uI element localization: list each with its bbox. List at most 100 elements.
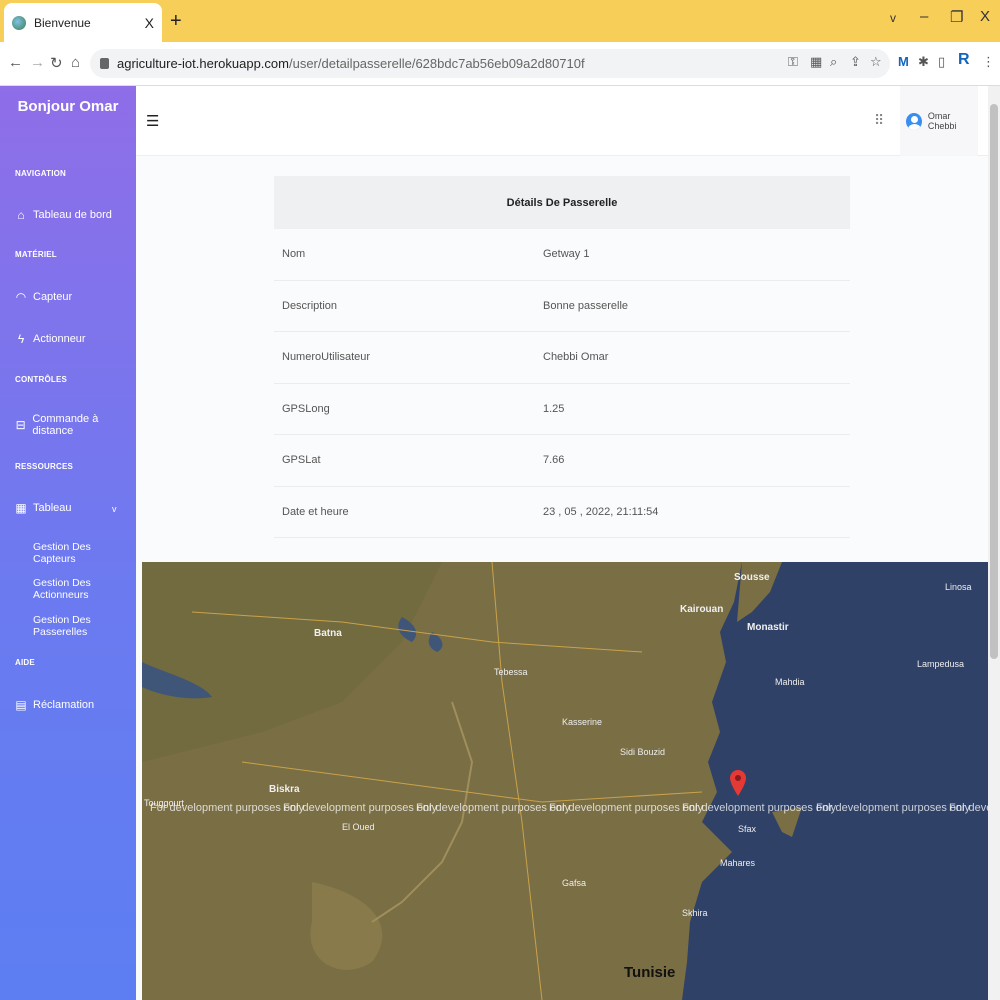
home-icon: ⌂ [17, 208, 25, 222]
table-row: Description Bonne passerelle [274, 281, 850, 332]
sidebar: Bonjour Omar NAVIGATION ⌂ Tableau de bor… [0, 86, 136, 1000]
forward-arrow-icon[interactable]: → [30, 54, 45, 71]
user-menu[interactable]: Omar Chebbi [900, 86, 978, 156]
page-scrollbar[interactable] [988, 86, 1000, 1000]
map-label: Sfax [738, 824, 757, 834]
map-land-shapes [142, 562, 802, 1000]
lock-icon [100, 58, 109, 69]
map-label: Linosa [945, 582, 972, 592]
hamburger-menu-icon[interactable]: ☰ [146, 112, 159, 130]
gauge-icon: ◠ [15, 290, 27, 304]
restore-button[interactable]: ❐ [950, 8, 963, 26]
share-icon[interactable]: ⇪ [850, 54, 861, 70]
sidebar-item-dashboard[interactable]: ⌂ Tableau de bord [15, 208, 112, 222]
row-value: 23 , 05 , 2022, 21:11:54 [543, 505, 659, 518]
map-label: Kairouan [680, 604, 724, 615]
section-navigation: NAVIGATION [15, 169, 67, 178]
tab-search-button[interactable]: v [890, 11, 896, 25]
map-watermark: For development purposes only [816, 802, 971, 814]
map-label: Monastir [747, 622, 789, 633]
table-row: GPSLat 7.66 [274, 435, 850, 487]
sidebar-subitem-passerelles[interactable]: Gestion Des Passerelles [33, 614, 136, 638]
map-watermark: For development purposes only [949, 802, 988, 814]
back-arrow-icon[interactable]: ← [8, 54, 23, 71]
map-watermark: For development purposes only [549, 802, 704, 814]
sidebar-item-label: Tableau [33, 502, 72, 514]
extension-r-icon[interactable]: R [958, 51, 970, 69]
extension-m-icon[interactable]: M [898, 54, 909, 69]
table-row: GPSLong 1.25 [274, 384, 850, 435]
map-label: Tunisie [624, 964, 676, 981]
sidebar-item-label: Commande à distance [32, 413, 99, 437]
row-label: GPSLat [282, 454, 321, 466]
row-value: 1.25 [543, 402, 565, 415]
table-row: Date et heure 23 , 05 , 2022, 21:11:54 [274, 487, 850, 538]
table-icon: ▦ [15, 501, 27, 515]
url-input[interactable]: agriculture-iot.herokuapp.com/user/detai… [90, 49, 890, 78]
sidebar-item-tableau[interactable]: ▦ Tableau [15, 501, 72, 515]
remote-icon: ⊟ [15, 418, 26, 432]
sidepanel-icon[interactable]: ▯ [938, 54, 945, 70]
section-aide: AIDE [15, 658, 35, 667]
home-icon[interactable]: ⌂ [71, 54, 80, 71]
map-label: El Oued [342, 822, 375, 832]
map[interactable]: Sousse Kairouan Monastir Batna Mahdia Bi… [142, 562, 988, 1000]
table-row: NumeroUtilisateur Chebbi Omar [274, 332, 850, 384]
scrollbar-thumb[interactable] [990, 104, 998, 659]
row-label: Date et heure [282, 505, 349, 518]
sidebar-item-label: Réclamation [33, 699, 95, 711]
close-window-button[interactable]: X [980, 8, 990, 25]
bookmark-star-icon[interactable]: ☆ [870, 54, 882, 70]
sidebar-item-actionneur[interactable]: ϟ Actionneur [15, 332, 86, 346]
sidebar-subitem-actionneurs[interactable]: Gestion Des Actionneurs [33, 577, 136, 601]
row-value: Bonne passerelle [543, 299, 629, 312]
browser-tab-bar: Bienvenue X + v – ❐ X [0, 0, 1000, 42]
translate-icon[interactable]: ▦ [810, 54, 822, 70]
row-label: GPSLong [282, 402, 330, 415]
section-controles: CONTRÔLES [15, 375, 68, 384]
map-label: Mahdia [775, 677, 805, 687]
key-icon[interactable]: ⚿ [788, 54, 798, 70]
row-label: Description [282, 299, 338, 312]
sidebar-item-commande[interactable]: ⊟ Commande à distance [15, 413, 136, 437]
row-value: Chebbi Omar [543, 351, 609, 363]
map-label: Gafsa [562, 878, 587, 888]
sidebar-item-reclamation[interactable]: ▤ Réclamation [15, 698, 94, 712]
minimize-button[interactable]: – [920, 8, 928, 25]
chevron-down-icon[interactable]: v [112, 504, 117, 514]
sidebar-item-label: Tableau de bord [33, 209, 112, 221]
topbar: ☰ ⠿ Omar Chebbi [136, 86, 988, 156]
table-row: Nom Getway 1 [274, 229, 850, 281]
details-card: Détails De Passerelle Nom Getway 1 Descr… [274, 176, 850, 538]
row-value: Getway 1 [543, 248, 590, 260]
section-ressources: RESSOURCES [15, 462, 74, 471]
sidebar-item-label: Actionneur [33, 333, 86, 345]
apps-grid-icon[interactable]: ⠿ [874, 112, 884, 129]
row-label: Nom [282, 248, 306, 260]
browser-tab[interactable]: Bienvenue X [4, 3, 162, 42]
map-label: Skhira [682, 908, 708, 918]
map-label: Lampedusa [917, 659, 965, 669]
document-icon: ▤ [15, 698, 27, 712]
tab-title: Bienvenue [34, 15, 91, 30]
tab-close-button[interactable]: X [145, 15, 154, 31]
lightning-icon: ϟ [17, 332, 25, 346]
new-tab-button[interactable]: + [170, 10, 182, 33]
avatar [906, 112, 922, 130]
sidebar-subitem-capteurs[interactable]: Gestion Des Capteurs [33, 541, 136, 565]
map-marker-icon[interactable] [730, 770, 746, 796]
sidebar-item-capteur[interactable]: ◠ Capteur [15, 290, 72, 304]
section-materiel: MATÉRIEL [15, 250, 57, 259]
map-label: Sidi Bouzid [620, 747, 666, 757]
map-watermark: For development purposes only [150, 802, 305, 814]
map-watermark: For development purposes only [682, 802, 837, 814]
sidebar-item-label: Capteur [33, 291, 73, 303]
reload-icon[interactable]: ↻ [50, 54, 63, 72]
row-label: NumeroUtilisateur [282, 351, 371, 363]
map-label: Kasserine [562, 717, 603, 727]
browser-menu-icon[interactable]: ⋮ [982, 54, 995, 70]
user-name: Omar Chebbi [927, 111, 957, 131]
extensions-puzzle-icon[interactable]: ✱ [918, 54, 929, 70]
map-label: Tebessa [494, 667, 528, 677]
zoom-icon[interactable]: ⌕ [830, 54, 837, 70]
